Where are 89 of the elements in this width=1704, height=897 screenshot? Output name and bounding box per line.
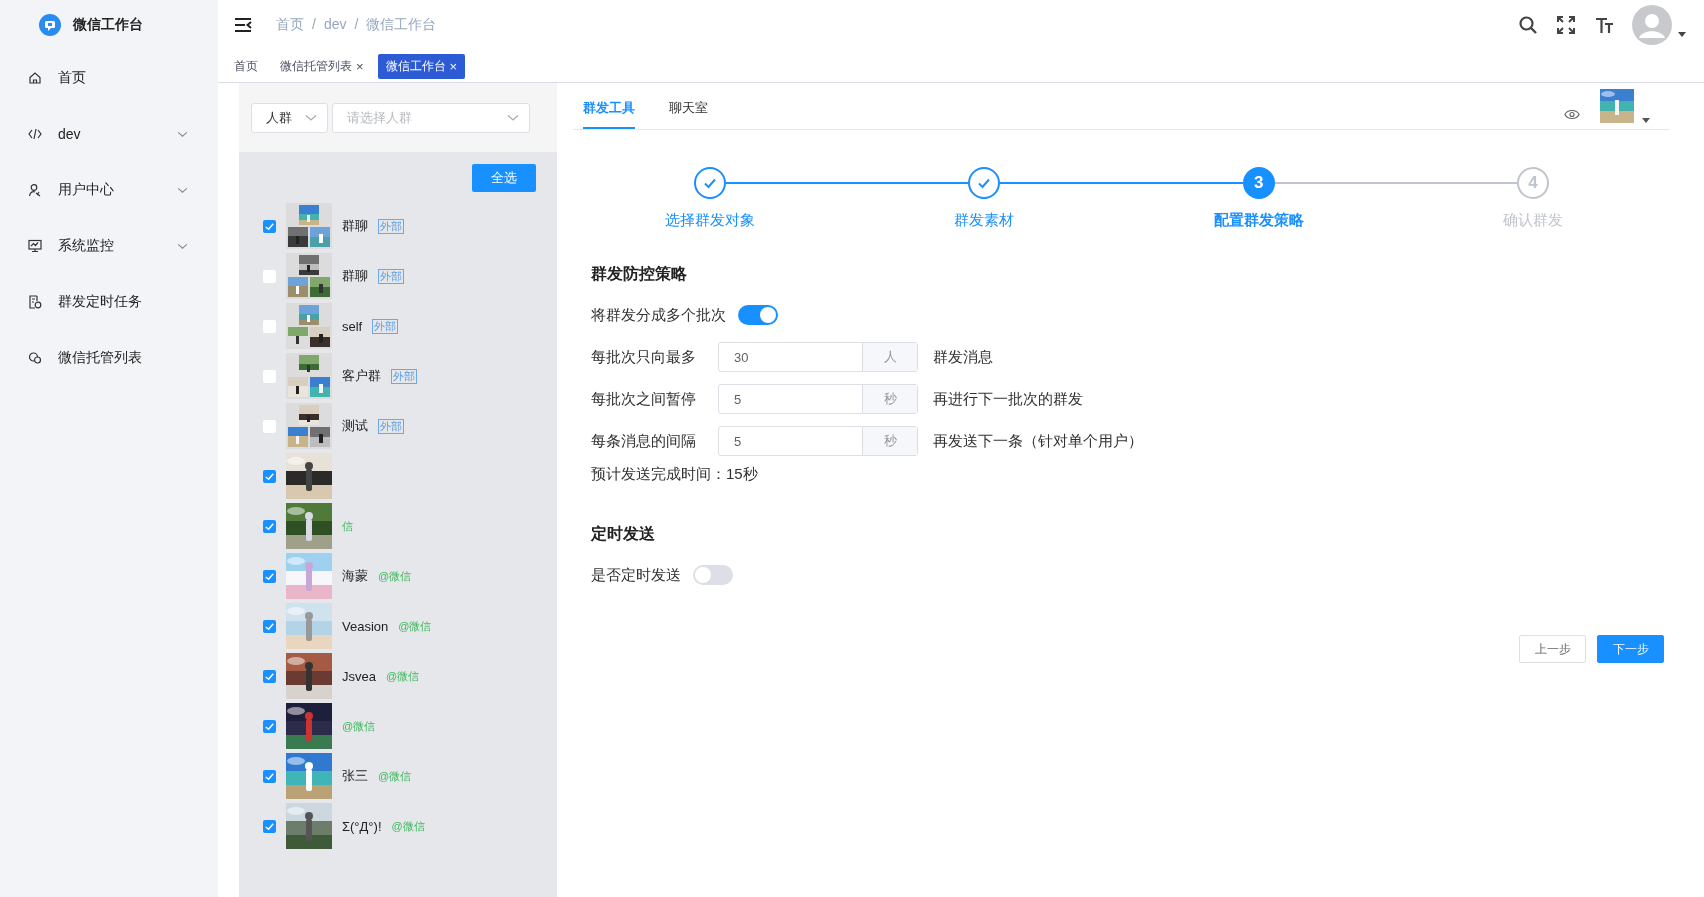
caret-icon[interactable]: [1678, 31, 1686, 37]
field-hint: 群发消息: [933, 347, 993, 367]
external-tag: 外部: [372, 318, 399, 334]
number-input[interactable]: 30 人: [718, 342, 918, 372]
field-label: 每条消息的间隔: [591, 431, 697, 451]
step-label: 确认群发: [1502, 211, 1563, 230]
panel-tab[interactable]: 聊天室: [669, 99, 708, 129]
sidebar-item[interactable]: 用户中心: [0, 162, 218, 218]
app-title: 微信工作台: [73, 16, 143, 34]
external-tag: 外部: [391, 368, 417, 384]
page-tab[interactable]: 首页: [226, 53, 266, 79]
user-icon: [28, 183, 42, 197]
sidebar-item[interactable]: dev: [0, 106, 218, 162]
contact-name: Jsvea: [342, 668, 376, 684]
step-label: 选择群发对象: [665, 211, 756, 230]
field-label: 每批次之间暂停: [591, 389, 697, 409]
external-tag: 外部: [378, 218, 404, 234]
page-tab[interactable]: 微信托管列表 ×: [272, 53, 372, 79]
contact-name: 测试: [342, 417, 368, 435]
toggle-switch[interactable]: [693, 565, 733, 585]
contact-name: Σ(°Д°)!: [342, 818, 382, 834]
avatar-icon[interactable]: [1632, 5, 1672, 45]
toggle-switch[interactable]: [738, 305, 778, 325]
wechat-label: @微信: [385, 668, 420, 684]
contact-name: Veasion: [342, 618, 389, 634]
contact-name: 客户群: [342, 367, 381, 385]
checkbox[interactable]: [263, 519, 276, 533]
contact-name: self: [342, 318, 363, 334]
step-label: 群发素材: [954, 211, 1015, 230]
estimate-text: 预计发送完成时间：15秒: [591, 465, 759, 484]
checkbox[interactable]: [263, 219, 276, 233]
checkbox[interactable]: [263, 369, 276, 383]
field-hint: 再进行下一批次的群发: [933, 389, 1083, 409]
page-tab[interactable]: 微信工作台 ×: [377, 53, 466, 79]
breadcrumb-separator: /: [354, 16, 359, 34]
contact-name: 海蒙: [342, 567, 368, 585]
checkbox[interactable]: [263, 719, 276, 733]
checkbox[interactable]: [263, 619, 276, 633]
chevron-down-icon: [507, 113, 519, 122]
number-input[interactable]: 5 秒: [718, 426, 918, 456]
search-icon[interactable]: [1518, 15, 1538, 35]
number-input[interactable]: 5 秒: [718, 384, 918, 414]
monitor-icon: [28, 239, 42, 253]
caret-icon[interactable]: [1642, 118, 1650, 123]
sidebar-item[interactable]: 首页: [0, 50, 218, 106]
wechat-label: @微信: [398, 618, 432, 634]
chat-icon: [28, 351, 42, 365]
checkbox[interactable]: [263, 319, 276, 333]
type-select[interactable]: 人群: [251, 102, 328, 133]
external-tag: 外部: [378, 418, 404, 434]
checkbox[interactable]: [263, 469, 276, 483]
eye-icon[interactable]: [1564, 109, 1580, 120]
wechat-label: 信: [342, 518, 353, 534]
section-title: 定时发送: [591, 524, 656, 544]
field-hint: 再发送下一条（针对单个用户）: [933, 431, 1143, 451]
wechat-label: @微信: [342, 718, 376, 734]
wechat-label: @微信: [391, 818, 425, 834]
sidebar-item[interactable]: 微信托管列表: [0, 330, 218, 386]
document-clock-icon: [28, 295, 42, 309]
checkbox[interactable]: [263, 569, 276, 583]
field-label: 每批次只向最多: [591, 347, 697, 367]
external-tag: 外部: [378, 268, 404, 284]
field-label: 是否定时发送: [591, 565, 681, 585]
checkbox[interactable]: [263, 419, 276, 433]
checkbox[interactable]: [263, 269, 276, 283]
checkbox[interactable]: [263, 769, 276, 783]
sidebar-item[interactable]: 群发定时任务: [0, 274, 218, 330]
section-title: 群发防控策略: [591, 264, 688, 284]
step-indicator: 4: [1516, 167, 1549, 199]
breadcrumb-separator: /: [312, 16, 316, 34]
menu-fold-icon[interactable]: [234, 17, 252, 33]
font-size-icon[interactable]: [1594, 15, 1614, 35]
chevron-down-icon: [305, 113, 317, 122]
wechat-label: @微信: [378, 768, 412, 784]
logo-icon: [39, 14, 61, 36]
step-indicator: 3: [1242, 167, 1275, 199]
wechat-label: @微信: [378, 568, 412, 584]
checkbox[interactable]: [263, 669, 276, 683]
step-label: 配置群发策略: [1213, 211, 1304, 230]
contact-name: 群聊: [342, 217, 368, 235]
sidebar-item[interactable]: 系统监控: [0, 218, 218, 274]
contact-name: 群聊: [342, 267, 368, 285]
previous-button[interactable]: 上一步: [1519, 635, 1586, 663]
contact-name: 张三: [342, 767, 368, 785]
code-icon: [28, 127, 42, 141]
checkbox[interactable]: [263, 819, 276, 833]
field-label: 将群发分成多个批次: [591, 305, 726, 325]
home-icon: [28, 71, 42, 85]
fullscreen-icon[interactable]: [1556, 15, 1576, 35]
